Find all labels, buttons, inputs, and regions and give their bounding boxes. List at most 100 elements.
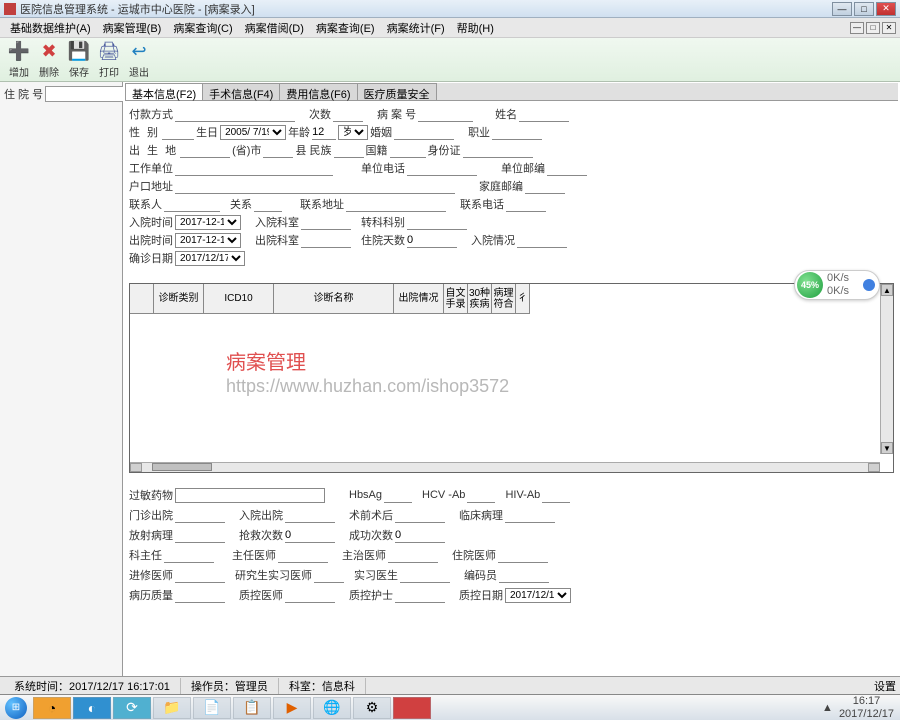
birthday-input[interactable]: 2005/ 7/19: [220, 125, 286, 140]
marriage-input[interactable]: [394, 125, 454, 140]
times-input[interactable]: [333, 107, 363, 122]
task-app6[interactable]: 📋: [233, 697, 271, 719]
hbsag-input[interactable]: [384, 488, 412, 503]
scroll-right-icon[interactable]: [868, 463, 880, 472]
allergy-input[interactable]: [175, 488, 325, 503]
tray-clock[interactable]: 16:172017/12/17: [839, 695, 894, 719]
network-widget[interactable]: 45% 0K/s0K/s: [794, 270, 880, 300]
transfer-dept-input[interactable]: [407, 215, 467, 230]
task-app8[interactable]: 🌐: [313, 697, 351, 719]
qc-physician-input[interactable]: [285, 588, 335, 603]
name-input[interactable]: [519, 107, 569, 122]
chief-physician-input[interactable]: [278, 548, 328, 563]
contact-addr-input[interactable]: [346, 197, 446, 212]
discharge-dept-input[interactable]: [301, 233, 351, 248]
task-app4[interactable]: 📁: [153, 697, 191, 719]
intern-input[interactable]: [400, 568, 450, 583]
qc-nurse-input[interactable]: [395, 588, 445, 603]
pay-method-input[interactable]: [175, 107, 295, 122]
nationality-input[interactable]: [390, 143, 426, 158]
exit-button[interactable]: ↩退出: [124, 40, 154, 80]
admit-dept-input[interactable]: [301, 215, 351, 230]
scroll-left-icon[interactable]: [130, 463, 142, 472]
occupation-input[interactable]: [492, 125, 542, 140]
maximize-button[interactable]: □: [854, 2, 874, 16]
hiv-input[interactable]: [542, 488, 570, 503]
start-button[interactable]: ⊞: [0, 695, 32, 721]
task-app7[interactable]: ▶: [273, 697, 311, 719]
mdi-restore[interactable]: □: [866, 22, 880, 34]
dept-head-input[interactable]: [164, 548, 214, 563]
menu-record-stats[interactable]: 病案统计(F): [381, 18, 451, 38]
task-app1[interactable]: ◔: [33, 697, 71, 719]
horizontal-scrollbar[interactable]: [130, 462, 880, 472]
scroll-up-icon[interactable]: ▲: [881, 284, 893, 296]
task-app3[interactable]: ⟳: [113, 697, 151, 719]
graduate-intern-input[interactable]: [314, 568, 344, 583]
preop-postop-input[interactable]: [395, 508, 445, 523]
home-zip-input[interactable]: [525, 179, 565, 194]
close-button[interactable]: ✕: [876, 2, 896, 16]
tab-fee-info[interactable]: 费用信息(F6): [279, 83, 357, 100]
relation-input[interactable]: [254, 197, 282, 212]
col-diag-type[interactable]: 诊断类别: [154, 284, 204, 314]
scroll-down-icon[interactable]: ▼: [881, 442, 893, 454]
stay-days-input[interactable]: [407, 233, 457, 248]
admit-status-input[interactable]: [517, 233, 567, 248]
birthplace-input[interactable]: [180, 143, 230, 158]
col-more[interactable]: 彳: [516, 284, 530, 314]
tab-surgery-info[interactable]: 手术信息(F4): [202, 83, 280, 100]
record-no-input[interactable]: [418, 107, 473, 122]
menu-record-borrow[interactable]: 病案借阅(D): [239, 18, 310, 38]
coder-input[interactable]: [499, 568, 549, 583]
ethnic-input[interactable]: [334, 143, 364, 158]
record-quality-input[interactable]: [175, 588, 225, 603]
clinical-pathology-input[interactable]: [505, 508, 555, 523]
contact-input[interactable]: [164, 197, 220, 212]
rescue-times-input[interactable]: [285, 528, 335, 543]
menu-record-query[interactable]: 病案查询(C): [167, 18, 238, 38]
scroll-thumb[interactable]: [152, 463, 212, 471]
work-unit-input[interactable]: [175, 161, 333, 176]
resident-input[interactable]: [498, 548, 548, 563]
outpatient-input[interactable]: [175, 508, 225, 523]
delete-button[interactable]: ✖删除: [34, 40, 64, 80]
contact-phone-input[interactable]: [506, 197, 546, 212]
menu-help[interactable]: 帮助(H): [451, 18, 500, 38]
save-button[interactable]: 💾保存: [64, 40, 94, 80]
menu-basic-data[interactable]: 基础数据维护(A): [4, 18, 97, 38]
success-times-input[interactable]: [395, 528, 445, 543]
minimize-button[interactable]: —: [832, 2, 852, 16]
tab-basic-info[interactable]: 基本信息(F2): [125, 83, 203, 100]
task-app2[interactable]: ◐: [73, 697, 111, 719]
print-button[interactable]: 🖨打印: [94, 40, 124, 80]
task-app5[interactable]: 📄: [193, 697, 231, 719]
col-pathology[interactable]: 病理 符合: [492, 284, 516, 314]
confirm-date-input[interactable]: 2017/12/17: [175, 251, 245, 266]
hcv-input[interactable]: [467, 488, 495, 503]
unit-zip-input[interactable]: [547, 161, 587, 176]
mdi-minimize[interactable]: —: [850, 22, 864, 34]
idcard-input[interactable]: [463, 143, 533, 158]
home-addr-input[interactable]: [175, 179, 455, 194]
system-tray[interactable]: ▲ 16:172017/12/17: [816, 695, 900, 719]
province-input[interactable]: [263, 143, 293, 158]
vertical-scrollbar[interactable]: ▲ ▼: [880, 284, 893, 454]
col-30disease[interactable]: 30种 疾病: [468, 284, 492, 314]
col-icd10[interactable]: ICD10: [204, 284, 274, 314]
task-app10[interactable]: [393, 697, 431, 719]
status-settings[interactable]: 设置: [874, 678, 896, 694]
col-self-text[interactable]: 自文 手录: [444, 284, 468, 314]
tray-flag-icon[interactable]: ▲: [822, 702, 833, 714]
col-diag-name[interactable]: 诊断名称: [274, 284, 394, 314]
add-button[interactable]: ➕增加: [4, 40, 34, 80]
tab-quality[interactable]: 医疗质量安全: [357, 83, 437, 100]
age-unit-select[interactable]: 岁: [338, 125, 368, 140]
menu-record-query2[interactable]: 病案查询(E): [310, 18, 381, 38]
col-discharge-status[interactable]: 出院情况: [394, 284, 444, 314]
gender-input[interactable]: [162, 125, 194, 140]
admit-time-input[interactable]: 2017-12-17: [175, 215, 241, 230]
further-physician-input[interactable]: [175, 568, 225, 583]
attending-input[interactable]: [388, 548, 438, 563]
radiology-input[interactable]: [175, 528, 225, 543]
